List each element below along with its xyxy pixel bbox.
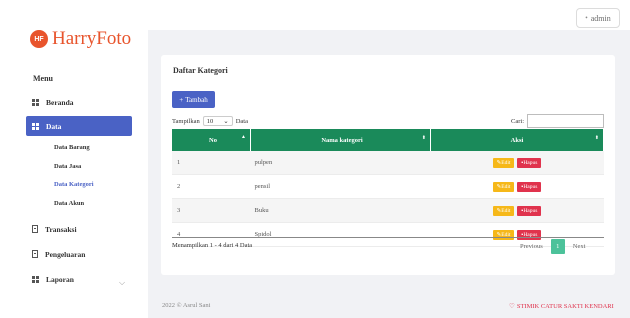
chevron-down-icon: ⌄ bbox=[223, 118, 229, 125]
table-row: 1 pulpen ✎Edit ▪Hapus bbox=[172, 151, 604, 175]
column-header-label: Nama kategori bbox=[321, 136, 363, 144]
delete-label: Hapus bbox=[523, 207, 538, 214]
sidebar-item-pengeluaran[interactable]: Pengeluaran bbox=[26, 245, 132, 263]
admin-menu-button[interactable]: • admin bbox=[576, 8, 620, 28]
table-row: 3 Buku ✎Edit ▪Hapus bbox=[172, 198, 604, 223]
column-header-nama-kategori[interactable]: Nama kategori ⬍ bbox=[250, 129, 431, 151]
document-icon bbox=[32, 225, 38, 233]
sort-icon: ⬍ bbox=[421, 136, 426, 141]
cell-actions: ✎Edit ▪Hapus bbox=[430, 151, 604, 175]
sidebar-item-label: Transaksi bbox=[45, 224, 77, 234]
delete-button[interactable]: ▪Hapus bbox=[517, 205, 542, 216]
cell-name: Buku bbox=[250, 198, 431, 223]
sidebar-item-label: Beranda bbox=[46, 97, 74, 107]
sidebar: HF HarryFoto Menu Beranda Data Data Bara… bbox=[0, 0, 140, 318]
plus-icon: + bbox=[179, 95, 184, 104]
sidebar-subitem-data-jasa[interactable]: Data Jasa bbox=[54, 163, 81, 170]
sidebar-item-label: Data bbox=[46, 121, 62, 131]
sidebar-item-laporan[interactable]: Laporan bbox=[26, 270, 132, 288]
page-length-select[interactable]: 10 ⌄ bbox=[202, 116, 233, 126]
delete-label: Hapus bbox=[523, 159, 538, 166]
cell-no: 1 bbox=[172, 151, 251, 175]
footer-credit-label: STIMIK CATUR SAKTI KENDARI bbox=[516, 303, 614, 310]
sidebar-subitem-data-barang[interactable]: Data Barang bbox=[54, 144, 90, 151]
table-info: Menampilkan 1 - 4 dari 4 Data bbox=[172, 242, 253, 249]
document-icon bbox=[32, 250, 38, 258]
edit-button[interactable]: ✎Edit bbox=[492, 229, 515, 240]
sort-icon: ⬍ bbox=[594, 136, 599, 141]
table-bottom-divider bbox=[172, 237, 604, 238]
menu-heading: Menu bbox=[33, 74, 53, 83]
heart-icon: ♡ bbox=[509, 303, 515, 310]
column-header-no[interactable]: No ▲ bbox=[172, 129, 251, 151]
edit-label: Edit bbox=[501, 183, 511, 190]
grid-icon bbox=[32, 122, 39, 130]
add-button-label: Tambah bbox=[185, 95, 208, 104]
add-category-button[interactable]: + Tambah bbox=[172, 91, 215, 108]
cell-name: pensil bbox=[250, 174, 431, 199]
logo-badge-icon: HF bbox=[30, 30, 48, 48]
search-control: Cari: bbox=[511, 114, 604, 128]
user-dot-icon: • bbox=[585, 14, 588, 22]
sort-icon: ▲ bbox=[241, 135, 246, 140]
brand-name: HarryFoto bbox=[52, 28, 132, 49]
edit-button[interactable]: ✎Edit bbox=[492, 181, 515, 192]
pagination-page-current[interactable]: 1 bbox=[550, 239, 565, 254]
sidebar-item-transaksi[interactable]: Transaksi bbox=[26, 220, 132, 238]
show-suffix: Data bbox=[235, 117, 248, 125]
sidebar-item-label: Pengeluaran bbox=[45, 249, 86, 259]
edit-button[interactable]: ✎Edit bbox=[492, 205, 515, 216]
sidebar-item-beranda[interactable]: Beranda bbox=[26, 93, 132, 111]
search-input[interactable] bbox=[527, 114, 604, 128]
sidebar-subitem-data-akun[interactable]: Data Akun bbox=[54, 200, 84, 207]
category-table: No ▲ Nama kategori ⬍ Aksi ⬍ 1 pulpen ✎Ed… bbox=[172, 129, 604, 247]
cell-actions: ✎Edit ▪Hapus bbox=[430, 174, 604, 199]
delete-button[interactable]: ▪Hapus bbox=[517, 181, 542, 192]
grid-icon bbox=[32, 275, 39, 283]
footer-copyright: 2022 © Asrul Sani bbox=[162, 302, 211, 309]
cell-name: Spidol bbox=[250, 222, 431, 247]
edit-label: Edit bbox=[501, 207, 511, 214]
pagination: Previous 1 Next bbox=[520, 239, 585, 254]
grid-icon bbox=[32, 98, 39, 106]
column-header-label: No bbox=[209, 136, 217, 144]
sidebar-item-label: Laporan bbox=[46, 274, 74, 284]
cell-name: pulpen bbox=[250, 151, 431, 175]
brand-logo[interactable]: HF HarryFoto bbox=[30, 28, 131, 50]
admin-label: admin bbox=[590, 13, 611, 23]
show-prefix: Tampilkan bbox=[172, 117, 200, 125]
pagination-previous[interactable]: Previous bbox=[520, 243, 543, 250]
column-header-aksi[interactable]: Aksi ⬍ bbox=[430, 129, 604, 151]
table-row: 2 pensil ✎Edit ▪Hapus bbox=[172, 174, 604, 199]
cell-no: 2 bbox=[172, 174, 251, 199]
delete-label: Hapus bbox=[523, 183, 538, 190]
column-header-label: Aksi bbox=[510, 136, 524, 144]
page-length-value: 10 bbox=[206, 117, 214, 125]
sidebar-subitem-data-kategori[interactable]: Data Kategori bbox=[54, 181, 94, 188]
delete-button[interactable]: ▪Hapus bbox=[517, 229, 542, 240]
delete-button[interactable]: ▪Hapus bbox=[517, 157, 542, 168]
pagination-next[interactable]: Next bbox=[573, 243, 586, 250]
edit-label: Edit bbox=[501, 159, 511, 166]
sidebar-item-data[interactable]: Data bbox=[26, 116, 132, 136]
footer-credit: ♡ STIMIK CATUR SAKTI KENDARI bbox=[509, 302, 614, 310]
cell-no: 3 bbox=[172, 198, 251, 223]
edit-button[interactable]: ✎Edit bbox=[492, 157, 515, 168]
search-label: Cari: bbox=[511, 117, 524, 125]
page-title: Daftar Kategori bbox=[173, 66, 228, 75]
cell-actions: ✎Edit ▪Hapus bbox=[430, 198, 604, 223]
page-length-control: Tampilkan 10 ⌄ Data bbox=[172, 116, 248, 126]
table-header-row: No ▲ Nama kategori ⬍ Aksi ⬍ bbox=[172, 129, 604, 151]
chevron-down-icon[interactable]: ⌵ bbox=[119, 278, 125, 288]
